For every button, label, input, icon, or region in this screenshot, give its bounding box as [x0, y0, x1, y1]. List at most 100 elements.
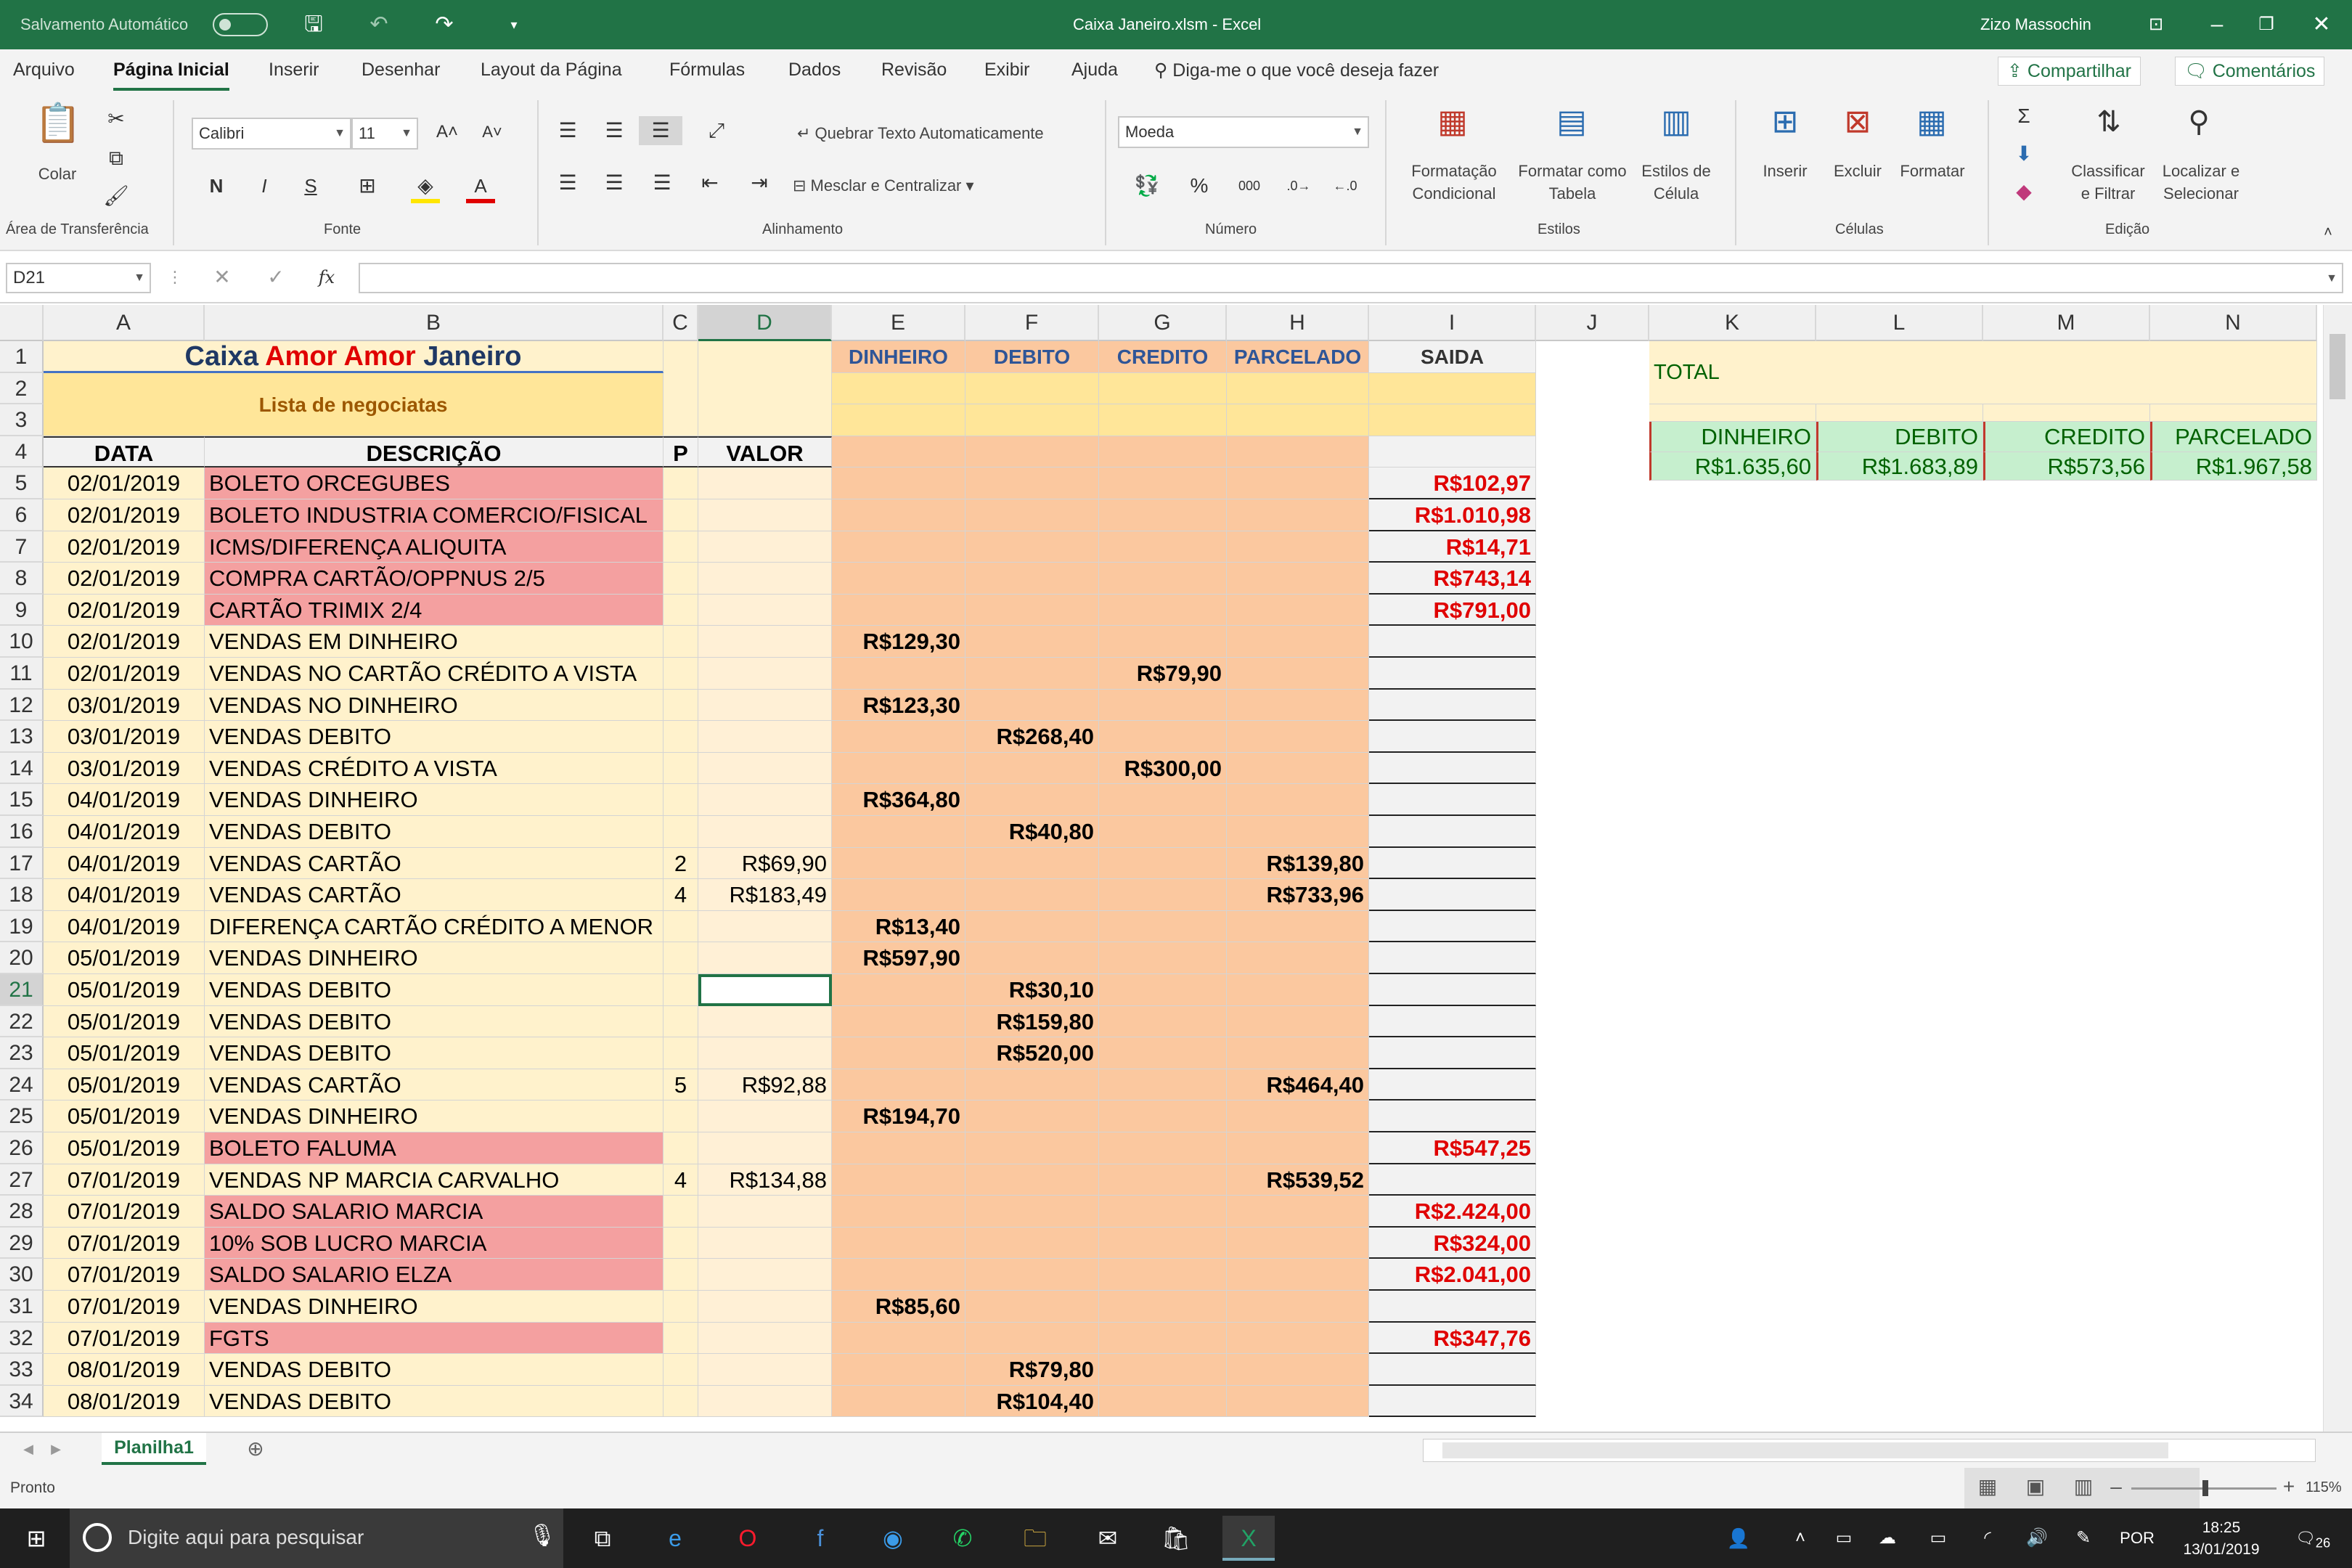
cell-description[interactable]: VENDAS DEBITO: [205, 721, 663, 753]
tab-desenhar[interactable]: Desenhar: [362, 60, 440, 81]
cell-deb[interactable]: [965, 879, 1099, 911]
cell-p[interactable]: [663, 910, 698, 943]
cell-parc[interactable]: [1227, 1385, 1369, 1418]
cell-h2[interactable]: [1227, 372, 1369, 405]
cell-parc[interactable]: [1227, 658, 1369, 690]
formula-input[interactable]: ▼: [359, 263, 2343, 293]
cell-parc[interactable]: [1227, 910, 1369, 943]
format-painter-icon[interactable]: 🖌: [102, 181, 131, 211]
cell-cred[interactable]: [1099, 1196, 1227, 1228]
cell-description[interactable]: 10% SOB LUCRO MARCIA: [205, 1227, 663, 1259]
select-all-corner[interactable]: [0, 305, 44, 341]
cell-cred[interactable]: [1099, 721, 1227, 753]
row-header-32[interactable]: 32: [0, 1322, 44, 1355]
cell-deb[interactable]: R$520,00: [965, 1037, 1099, 1069]
cell-deb[interactable]: [965, 626, 1099, 658]
battery-icon[interactable]: ▭: [1924, 1516, 1953, 1561]
cell-deb[interactable]: [965, 1101, 1099, 1132]
cell-deb[interactable]: [965, 1227, 1099, 1259]
cell-p[interactable]: [663, 1385, 698, 1418]
totals-value-0[interactable]: R$1.635,60: [1649, 452, 1816, 481]
row-header-14[interactable]: 14: [0, 752, 44, 785]
cell-din[interactable]: [832, 1069, 965, 1101]
cell-valor[interactable]: [698, 563, 832, 595]
cell-description[interactable]: BOLETO FALUMA: [205, 1132, 663, 1164]
row-header-20[interactable]: 20: [0, 942, 44, 974]
cell-valor[interactable]: R$183,49: [698, 879, 832, 911]
cell-saida[interactable]: R$791,00: [1369, 594, 1536, 626]
cell-deb[interactable]: R$79,80: [965, 1354, 1099, 1386]
cell-description[interactable]: BOLETO ORCEGUBES: [205, 467, 663, 499]
cell-parc[interactable]: [1227, 1291, 1369, 1323]
cell-date[interactable]: 07/01/2019: [44, 1259, 205, 1291]
row-header-22[interactable]: 22: [0, 1005, 44, 1038]
cell-cred[interactable]: R$79,90: [1099, 658, 1227, 690]
cell-i2[interactable]: [1369, 372, 1536, 405]
cell-p[interactable]: [663, 1005, 698, 1038]
column-header-f[interactable]: F: [965, 305, 1099, 341]
cell-cred[interactable]: [1099, 563, 1227, 595]
cell-p[interactable]: [663, 467, 698, 499]
cell-p[interactable]: [663, 1101, 698, 1132]
cell-saida[interactable]: R$102,97: [1369, 467, 1536, 499]
cell-valor[interactable]: [698, 816, 832, 848]
row-header-34[interactable]: 34: [0, 1385, 44, 1418]
cell-deb[interactable]: [965, 1132, 1099, 1164]
cell-saida[interactable]: [1369, 1069, 1536, 1101]
row-header-23[interactable]: 23: [0, 1037, 44, 1069]
align-left-icon[interactable]: ☰: [552, 168, 584, 197]
cell-saida[interactable]: R$2.041,00: [1369, 1259, 1536, 1291]
header-data[interactable]: DATA: [44, 436, 205, 468]
decrease-decimal-icon[interactable]: ←.0: [1327, 171, 1363, 200]
excel-taskbar-icon[interactable]: X: [1222, 1516, 1275, 1561]
cell-date[interactable]: 08/01/2019: [44, 1385, 205, 1418]
page-layout-icon[interactable]: ▣: [2020, 1472, 2051, 1501]
cell-p[interactable]: [663, 1196, 698, 1228]
font-name-dropdown[interactable]: Calibri ▼: [192, 118, 351, 150]
cell-din[interactable]: [832, 879, 965, 911]
cell-f2[interactable]: [965, 372, 1099, 405]
cell-parc[interactable]: [1227, 531, 1369, 563]
cell-p[interactable]: [663, 658, 698, 690]
cell-saida[interactable]: R$2.424,00: [1369, 1196, 1536, 1228]
cell-date[interactable]: 02/01/2019: [44, 626, 205, 658]
clear-icon[interactable]: ◆: [2008, 177, 2040, 206]
header-parcelado[interactable]: PARCELADO: [1227, 341, 1369, 373]
totals-label[interactable]: TOTAL: [1649, 341, 2317, 405]
row-header-1[interactable]: 1: [0, 341, 44, 373]
cell-saida[interactable]: R$347,76: [1369, 1322, 1536, 1355]
cell-valor[interactable]: R$69,90: [698, 847, 832, 880]
cell-cred[interactable]: [1099, 1227, 1227, 1259]
font-color-icon[interactable]: A: [466, 171, 495, 203]
cell-din[interactable]: R$13,40: [832, 910, 965, 943]
row-header-27[interactable]: 27: [0, 1164, 44, 1196]
cell-din[interactable]: R$85,60: [832, 1291, 965, 1323]
cell-date[interactable]: 04/01/2019: [44, 910, 205, 943]
cell-saida[interactable]: R$743,14: [1369, 563, 1536, 595]
cell-p[interactable]: 5: [663, 1069, 698, 1101]
cell-parc[interactable]: [1227, 1259, 1369, 1291]
align-center-icon[interactable]: ☰: [598, 168, 630, 197]
cell-deb[interactable]: [965, 563, 1099, 595]
cell-parc[interactable]: [1227, 974, 1369, 1006]
cell-din[interactable]: [832, 1037, 965, 1069]
cell-p[interactable]: [663, 816, 698, 848]
increase-decimal-icon[interactable]: .0→: [1281, 171, 1317, 200]
cell-parc[interactable]: [1227, 721, 1369, 753]
cell-parc[interactable]: [1227, 1322, 1369, 1355]
cell-description[interactable]: CARTÃO TRIMIX 2/4: [205, 594, 663, 626]
cell-deb[interactable]: [965, 594, 1099, 626]
cell-din[interactable]: [832, 1354, 965, 1386]
tab-ajuda[interactable]: Ajuda: [1071, 60, 1118, 81]
cell-date[interactable]: 05/01/2019: [44, 942, 205, 974]
wifi-icon[interactable]: ◜: [1973, 1516, 2002, 1561]
cell-description[interactable]: VENDAS NP MARCIA CARVALHO: [205, 1164, 663, 1196]
cell-cred[interactable]: [1099, 816, 1227, 848]
cell-valor[interactable]: [698, 499, 832, 531]
sort-filter-icon[interactable]: ⇅: [2083, 107, 2134, 136]
cell-valor[interactable]: [698, 1354, 832, 1386]
cell-description[interactable]: VENDAS CRÉDITO A VISTA: [205, 752, 663, 785]
ribbon-display-icon[interactable]: ⊡: [2140, 9, 2172, 41]
cell-cred[interactable]: [1099, 467, 1227, 499]
cell-cred[interactable]: [1099, 626, 1227, 658]
